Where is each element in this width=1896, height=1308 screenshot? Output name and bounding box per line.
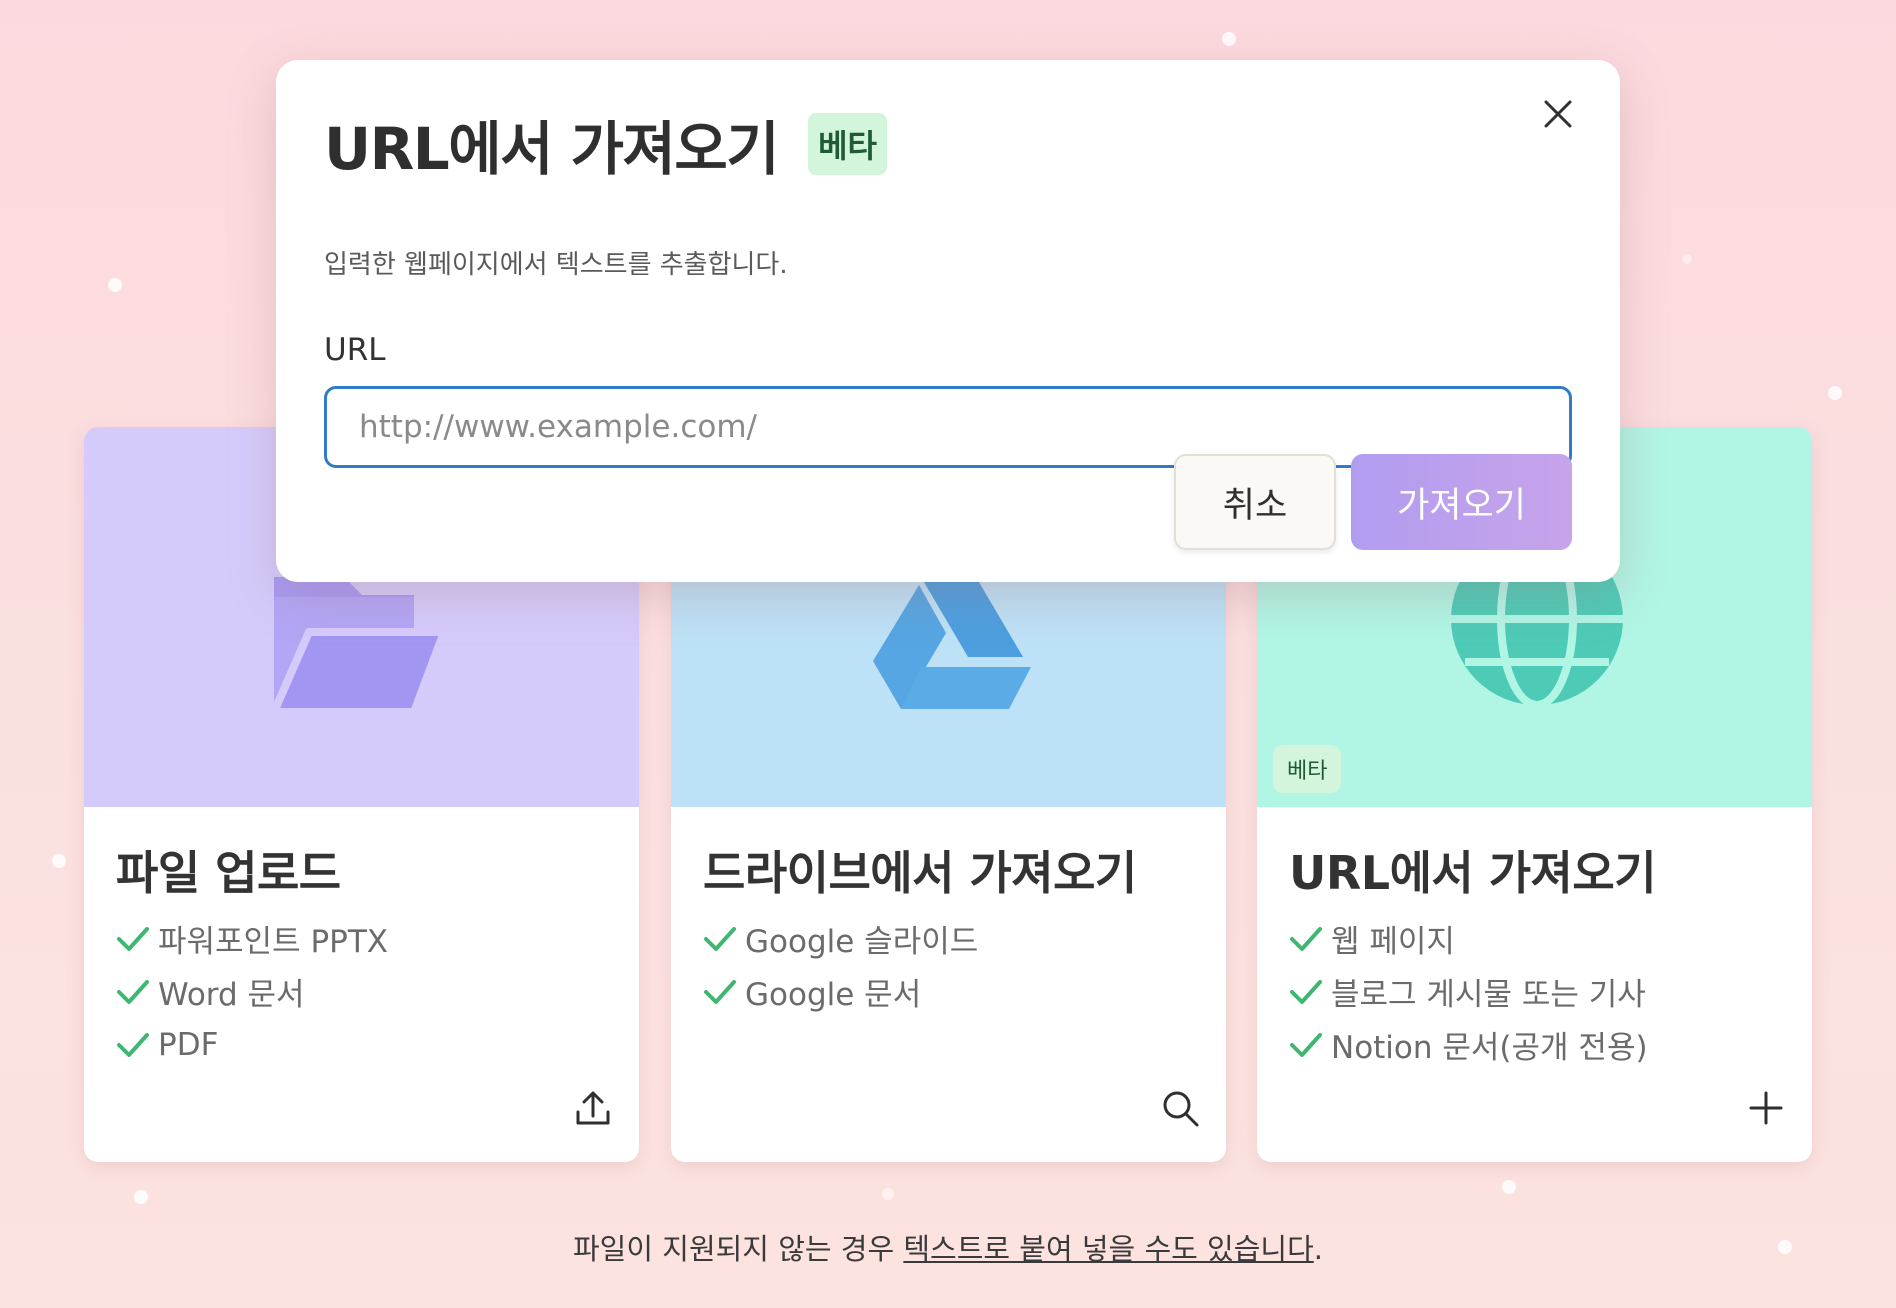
check-icon <box>117 926 149 951</box>
supported-list: 웹 페이지 블로그 게시물 또는 기사 Notion 문서(공개 전용) <box>1289 912 1648 1071</box>
decor-dot <box>134 1190 148 1204</box>
check-icon <box>704 926 736 951</box>
search-icon[interactable] <box>1160 1088 1200 1128</box>
decor-dot <box>882 1188 894 1200</box>
list-item: Word 문서 <box>116 965 388 1018</box>
modal-header: URL에서 가져오기 베타 <box>324 102 887 186</box>
import-button[interactable]: 가져오기 <box>1351 454 1572 550</box>
check-icon <box>117 979 149 1004</box>
modal-subtitle: 입력한 웹페이지에서 텍스트를 추출합니다. <box>324 250 788 280</box>
url-import-modal: URL에서 가져오기 베타 입력한 웹페이지에서 텍스트를 추출합니다. URL… <box>276 60 1620 582</box>
list-item: 블로그 게시물 또는 기사 <box>1289 965 1648 1018</box>
list-item-label: 웹 페이지 <box>1331 924 1455 960</box>
plus-icon[interactable] <box>1746 1088 1786 1128</box>
list-item-label: 파워포인트 PPTX <box>158 924 389 960</box>
folder-icon <box>274 577 448 716</box>
check-icon <box>1290 979 1322 1004</box>
close-icon <box>1544 100 1572 128</box>
list-item-label: Google 슬라이드 <box>745 924 979 960</box>
paste-text-link[interactable]: 텍스트로 붙여 넣을 수도 있습니다 <box>903 1232 1313 1266</box>
supported-list: 파워포인트 PPTX Word 문서 PDF <box>116 912 388 1071</box>
google-drive-icon <box>873 577 1031 709</box>
check-icon <box>1290 926 1322 951</box>
decor-dot <box>52 854 66 868</box>
list-item-label: Word 문서 <box>158 977 305 1013</box>
list-item: Google 문서 <box>703 965 978 1018</box>
list-item: 파워포인트 PPTX <box>116 912 388 965</box>
list-item: Notion 문서(공개 전용) <box>1289 1018 1648 1071</box>
list-item: Google 슬라이드 <box>703 912 978 965</box>
cancel-button[interactable]: 취소 <box>1174 454 1336 550</box>
list-item-label: 블로그 게시물 또는 기사 <box>1331 977 1646 1013</box>
footer-note: 파일이 지원되지 않는 경우 텍스트로 붙여 넣을 수도 있습니다. <box>0 1226 1896 1268</box>
list-item-label: Notion 문서(공개 전용) <box>1331 1030 1648 1066</box>
modal-title: URL에서 가져오기 <box>324 115 780 183</box>
supported-list: Google 슬라이드 Google 문서 <box>703 912 978 1018</box>
beta-badge: 베타 <box>1273 745 1342 793</box>
decor-dot <box>1828 386 1842 400</box>
beta-badge: 베타 <box>808 113 887 175</box>
decor-dot <box>1222 32 1236 46</box>
check-icon <box>704 979 736 1004</box>
card-title: URL에서 가져오기 <box>1289 846 1657 900</box>
decor-dot <box>108 278 122 292</box>
list-item: 웹 페이지 <box>1289 912 1648 965</box>
footer-text: 파일이 지원되지 않는 경우 <box>573 1232 904 1266</box>
card-title: 드라이브에서 가져오기 <box>703 846 1137 900</box>
card-title: 파일 업로드 <box>116 846 341 900</box>
list-item-label: PDF <box>158 1026 219 1063</box>
decor-dot <box>1502 1180 1516 1194</box>
check-icon <box>117 1032 149 1057</box>
check-icon <box>1290 1032 1322 1057</box>
url-label: URL <box>324 332 386 368</box>
globe-icon <box>1451 577 1623 709</box>
list-item: PDF <box>116 1018 388 1071</box>
decor-dot <box>1682 254 1692 264</box>
close-button[interactable] <box>1534 90 1582 138</box>
footer-suffix: . <box>1313 1232 1323 1266</box>
upload-icon[interactable] <box>573 1088 613 1128</box>
list-item-label: Google 문서 <box>745 977 922 1013</box>
